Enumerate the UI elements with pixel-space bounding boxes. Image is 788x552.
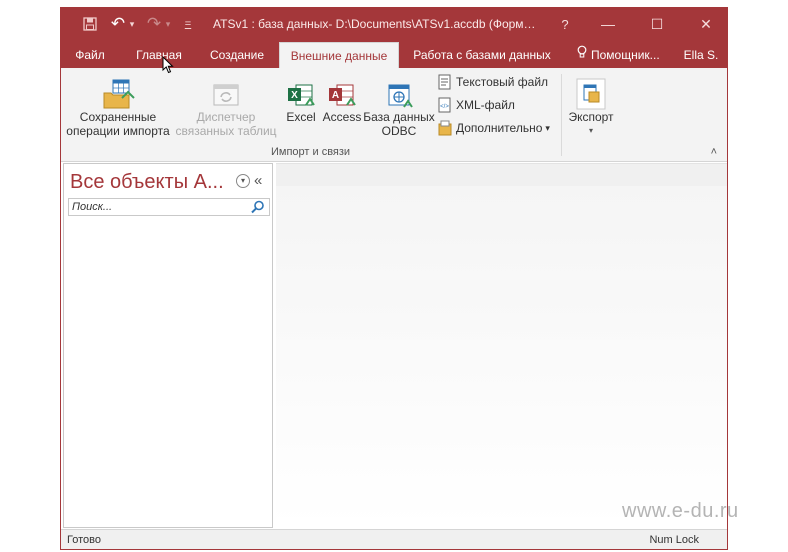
more-import-button[interactable]: Дополнительно ▾ xyxy=(437,119,550,137)
text-file-icon xyxy=(438,74,451,90)
saved-imports-label: Сохраненные операции импорта xyxy=(66,110,170,138)
close-button[interactable]: ✕ xyxy=(683,8,727,40)
linked-table-manager-icon xyxy=(173,74,279,110)
tab-file[interactable]: Файл xyxy=(67,42,113,68)
more-import-label: Дополнительно xyxy=(456,121,543,135)
help-button[interactable]: ? xyxy=(545,8,585,40)
svg-text:</>: </> xyxy=(440,104,449,110)
tab-external-data[interactable]: Внешние данные xyxy=(279,42,399,68)
redo-dropdown-icon[interactable]: ▾ xyxy=(163,15,173,33)
excel-import-button[interactable]: X Excel xyxy=(283,74,319,124)
search-icon[interactable] xyxy=(250,199,268,215)
text-file-button[interactable]: Текстовый файл xyxy=(437,73,548,91)
xml-file-label: XML-файл xyxy=(456,98,515,112)
access-label: Access xyxy=(322,110,362,124)
linked-table-manager-label: Диспетчер связанных таблиц xyxy=(175,110,277,138)
save-icon[interactable] xyxy=(81,15,99,33)
odbc-label: База данных ODBC xyxy=(363,110,435,138)
customize-qat-icon[interactable]: = xyxy=(181,15,195,33)
export-dropdown-icon: ▾ xyxy=(588,126,593,135)
saved-imports-icon xyxy=(63,74,173,110)
export-label: Экспорт xyxy=(568,110,614,124)
watermark: www.e-du.ru xyxy=(622,500,739,522)
mouse-cursor-icon xyxy=(162,55,174,77)
shutter-bar-collapse-icon[interactable]: « xyxy=(254,172,262,189)
more-import-icon xyxy=(438,120,452,136)
export-button[interactable]: Экспорт ▾ xyxy=(565,74,617,138)
nav-search-input[interactable] xyxy=(69,199,249,215)
access-import-button[interactable]: A Access xyxy=(321,74,363,124)
collapse-ribbon-icon[interactable]: ˄ xyxy=(711,146,717,158)
saved-imports-button[interactable]: Сохраненные операции импорта xyxy=(63,74,173,138)
status-ready: Готово xyxy=(67,534,101,546)
access-icon: A xyxy=(321,74,363,110)
nav-search-box xyxy=(68,198,270,216)
status-bar: Готово Num Lock xyxy=(61,529,727,549)
export-icon xyxy=(565,74,617,110)
undo-icon[interactable]: ↶ xyxy=(109,14,127,33)
lightbulb-icon[interactable] xyxy=(573,42,591,68)
svg-text:A: A xyxy=(332,90,339,101)
text-file-label: Текстовый файл xyxy=(456,75,549,89)
excel-label: Excel xyxy=(286,110,316,124)
excel-icon: X xyxy=(283,74,319,110)
ribbon-panel: Сохраненные операции импорта Диспетчер с… xyxy=(61,68,727,162)
tab-create[interactable]: Создание xyxy=(201,42,273,68)
odbc-import-button[interactable]: База данных ODBC xyxy=(363,74,435,138)
navigation-pane: Все объекты A... ▾ « xyxy=(63,163,273,528)
document-area xyxy=(276,163,727,528)
redo-icon[interactable]: ↷ xyxy=(145,14,163,33)
nav-dropdown-icon[interactable]: ▾ xyxy=(236,174,250,188)
linked-table-manager-button[interactable]: Диспетчер связанных таблиц xyxy=(173,74,279,138)
ribbon-separator xyxy=(561,74,562,156)
tab-database-tools[interactable]: Работа с базами данных xyxy=(409,42,555,68)
tab-home[interactable]: Главная xyxy=(129,42,189,68)
user-account[interactable]: Ella S. xyxy=(681,42,721,68)
import-link-group-label: Импорт и связи xyxy=(271,146,351,158)
svg-text:X: X xyxy=(291,90,298,101)
more-dropdown-icon: ▾ xyxy=(545,123,550,133)
maximize-button[interactable]: ☐ xyxy=(634,8,680,40)
window-title: ATSv1 : база данных- D:\Documents\ATSv1.… xyxy=(213,17,536,31)
odbc-database-icon xyxy=(363,74,435,110)
title-bar: ↶ ▾ ↷ ▾ = ATSv1 : база данных- D:\Docume… xyxy=(61,8,727,40)
ribbon-tabs: Файл Главная Создание Внешние данные Раб… xyxy=(61,40,727,68)
undo-dropdown-icon[interactable]: ▾ xyxy=(127,15,137,33)
xml-file-button[interactable]: </> XML-файл xyxy=(437,96,515,114)
nav-pane-title[interactable]: Все объекты A... xyxy=(70,171,224,194)
status-num-lock: Num Lock xyxy=(649,534,699,546)
minimize-button[interactable]: — xyxy=(585,8,631,40)
xml-file-icon: </> xyxy=(438,97,451,113)
access-window: ↶ ▾ ↷ ▾ = ATSv1 : база данных- D:\Docume… xyxy=(60,7,728,550)
tell-me-search[interactable]: Помощник... xyxy=(591,42,667,68)
